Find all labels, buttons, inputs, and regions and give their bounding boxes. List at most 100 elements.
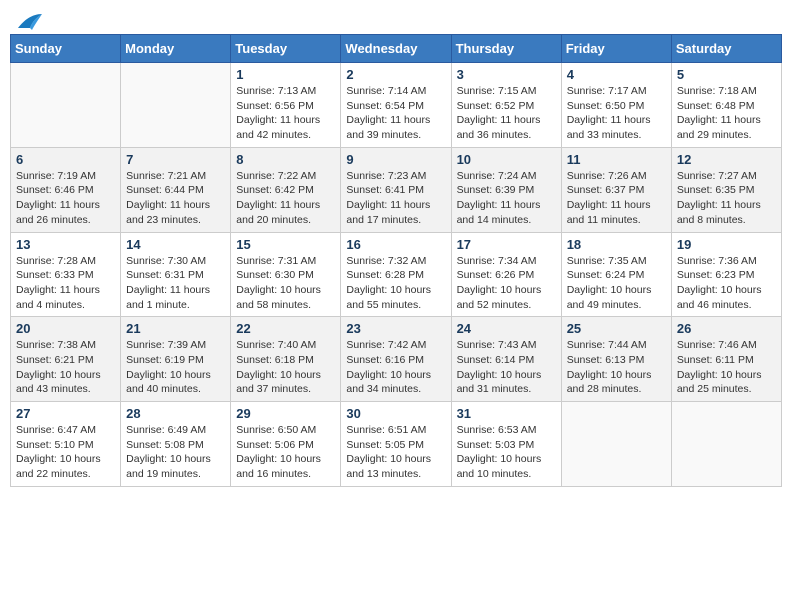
day-info: Sunrise: 7:15 AMSunset: 6:52 PMDaylight:… [457, 84, 556, 143]
calendar-cell: 23 Sunrise: 7:42 AMSunset: 6:16 PMDayligh… [341, 317, 451, 402]
page-header [10, 10, 782, 28]
calendar-cell [121, 63, 231, 148]
day-of-week-header: Thursday [451, 35, 561, 63]
day-info: Sunrise: 7:21 AMSunset: 6:44 PMDaylight:… [126, 169, 225, 228]
calendar-cell: 19Sunrise: 7:36 AMSunset: 6:23 PMDayligh… [671, 232, 781, 317]
day-info: Sunrise: 7:22 AMSunset: 6:42 PMDaylight:… [236, 169, 335, 228]
day-info: Sunrise: 7:42 AMSunset: 6:16 PMDaylight:… [346, 338, 445, 397]
day-number: 31 [457, 406, 556, 421]
day-info: Sunrise: 7:36 AMSunset: 6:23 PMDaylight:… [677, 254, 776, 313]
day-number: 26 [677, 321, 776, 336]
day-info: Sunrise: 6:53 AMSunset: 5:03 PMDaylight:… [457, 423, 556, 482]
calendar-cell: 12 Sunrise: 7:27 AMSunset: 6:35 PMDayligh… [671, 147, 781, 232]
calendar-cell: 4 Sunrise: 7:17 AMSunset: 6:50 PMDaylight… [561, 63, 671, 148]
day-number: 17 [457, 237, 556, 252]
calendar-table: SundayMondayTuesdayWednesdayThursdayFrid… [10, 34, 782, 487]
day-number: 18 [567, 237, 666, 252]
day-info: Sunrise: 7:46 AMSunset: 6:11 PMDaylight:… [677, 338, 776, 397]
day-of-week-header: Wednesday [341, 35, 451, 63]
calendar-cell: 31 Sunrise: 6:53 AMSunset: 5:03 PMDayligh… [451, 402, 561, 487]
calendar-cell: 6 Sunrise: 7:19 AMSunset: 6:46 PMDaylight… [11, 147, 121, 232]
day-number: 16 [346, 237, 445, 252]
calendar-cell: 13 Sunrise: 7:28 AMSunset: 6:33 PMDayligh… [11, 232, 121, 317]
day-info: Sunrise: 7:30 AMSunset: 6:31 PMDaylight:… [126, 254, 225, 313]
calendar-week-row: 1 Sunrise: 7:13 AMSunset: 6:56 PMDaylight… [11, 63, 782, 148]
day-info: Sunrise: 7:34 AMSunset: 6:26 PMDaylight:… [457, 254, 556, 313]
day-info: Sunrise: 7:14 AMSunset: 6:54 PMDaylight:… [346, 84, 445, 143]
calendar-cell: 21 Sunrise: 7:39 AMSunset: 6:19 PMDayligh… [121, 317, 231, 402]
calendar-cell: 1 Sunrise: 7:13 AMSunset: 6:56 PMDaylight… [231, 63, 341, 148]
logo-text [14, 10, 44, 32]
day-info: Sunrise: 7:26 AMSunset: 6:37 PMDaylight:… [567, 169, 666, 228]
day-number: 25 [567, 321, 666, 336]
day-number: 12 [677, 152, 776, 167]
calendar-cell [671, 402, 781, 487]
day-of-week-header: Friday [561, 35, 671, 63]
day-info: Sunrise: 7:43 AMSunset: 6:14 PMDaylight:… [457, 338, 556, 397]
day-info: Sunrise: 7:44 AMSunset: 6:13 PMDaylight:… [567, 338, 666, 397]
calendar-cell: 20 Sunrise: 7:38 AMSunset: 6:21 PMDayligh… [11, 317, 121, 402]
day-number: 27 [16, 406, 115, 421]
day-info: Sunrise: 7:27 AMSunset: 6:35 PMDaylight:… [677, 169, 776, 228]
day-info: Sunrise: 6:51 AMSunset: 5:05 PMDaylight:… [346, 423, 445, 482]
calendar-cell: 7 Sunrise: 7:21 AMSunset: 6:44 PMDaylight… [121, 147, 231, 232]
calendar-cell: 14Sunrise: 7:30 AMSunset: 6:31 PMDayligh… [121, 232, 231, 317]
day-info: Sunrise: 7:18 AMSunset: 6:48 PMDaylight:… [677, 84, 776, 143]
day-of-week-header: Sunday [11, 35, 121, 63]
calendar-cell: 18 Sunrise: 7:35 AMSunset: 6:24 PMDayligh… [561, 232, 671, 317]
calendar-cell: 9Sunrise: 7:23 AMSunset: 6:41 PMDaylight… [341, 147, 451, 232]
day-number: 29 [236, 406, 335, 421]
calendar-week-row: 27Sunrise: 6:47 AMSunset: 5:10 PMDayligh… [11, 402, 782, 487]
calendar-header-row: SundayMondayTuesdayWednesdayThursdayFrid… [11, 35, 782, 63]
day-number: 11 [567, 152, 666, 167]
logo [14, 10, 44, 28]
day-info: Sunrise: 7:40 AMSunset: 6:18 PMDaylight:… [236, 338, 335, 397]
day-info: Sunrise: 7:35 AMSunset: 6:24 PMDaylight:… [567, 254, 666, 313]
day-of-week-header: Saturday [671, 35, 781, 63]
day-info: Sunrise: 7:13 AMSunset: 6:56 PMDaylight:… [236, 84, 335, 143]
calendar-cell: 28Sunrise: 6:49 AMSunset: 5:08 PMDayligh… [121, 402, 231, 487]
day-of-week-header: Monday [121, 35, 231, 63]
day-number: 22 [236, 321, 335, 336]
day-number: 15 [236, 237, 335, 252]
calendar-week-row: 6 Sunrise: 7:19 AMSunset: 6:46 PMDaylight… [11, 147, 782, 232]
calendar-cell: 27Sunrise: 6:47 AMSunset: 5:10 PMDayligh… [11, 402, 121, 487]
day-number: 10 [457, 152, 556, 167]
day-of-week-header: Tuesday [231, 35, 341, 63]
day-number: 21 [126, 321, 225, 336]
day-number: 3 [457, 67, 556, 82]
calendar-cell [561, 402, 671, 487]
calendar-cell: 5Sunrise: 7:18 AMSunset: 6:48 PMDaylight… [671, 63, 781, 148]
calendar-cell: 29Sunrise: 6:50 AMSunset: 5:06 PMDayligh… [231, 402, 341, 487]
day-info: Sunrise: 7:38 AMSunset: 6:21 PMDaylight:… [16, 338, 115, 397]
day-number: 6 [16, 152, 115, 167]
day-number: 20 [16, 321, 115, 336]
calendar-week-row: 20 Sunrise: 7:38 AMSunset: 6:21 PMDayligh… [11, 317, 782, 402]
calendar-cell: 25 Sunrise: 7:44 AMSunset: 6:13 PMDayligh… [561, 317, 671, 402]
calendar-cell: 24 Sunrise: 7:43 AMSunset: 6:14 PMDayligh… [451, 317, 561, 402]
day-info: Sunrise: 7:39 AMSunset: 6:19 PMDaylight:… [126, 338, 225, 397]
calendar-cell: 26 Sunrise: 7:46 AMSunset: 6:11 PMDayligh… [671, 317, 781, 402]
day-info: Sunrise: 7:24 AMSunset: 6:39 PMDaylight:… [457, 169, 556, 228]
calendar-cell: 11 Sunrise: 7:26 AMSunset: 6:37 PMDayligh… [561, 147, 671, 232]
day-info: Sunrise: 7:28 AMSunset: 6:33 PMDaylight:… [16, 254, 115, 313]
calendar-cell: 3 Sunrise: 7:15 AMSunset: 6:52 PMDaylight… [451, 63, 561, 148]
day-number: 24 [457, 321, 556, 336]
day-number: 23 [346, 321, 445, 336]
day-number: 13 [16, 237, 115, 252]
calendar-cell: 10 Sunrise: 7:24 AMSunset: 6:39 PMDayligh… [451, 147, 561, 232]
calendar-cell: 22 Sunrise: 7:40 AMSunset: 6:18 PMDayligh… [231, 317, 341, 402]
calendar-cell: 15 Sunrise: 7:31 AMSunset: 6:30 PMDayligh… [231, 232, 341, 317]
day-number: 28 [126, 406, 225, 421]
day-number: 7 [126, 152, 225, 167]
day-number: 4 [567, 67, 666, 82]
day-info: Sunrise: 7:17 AMSunset: 6:50 PMDaylight:… [567, 84, 666, 143]
day-number: 1 [236, 67, 335, 82]
calendar-cell: 17 Sunrise: 7:34 AMSunset: 6:26 PMDayligh… [451, 232, 561, 317]
day-info: Sunrise: 7:19 AMSunset: 6:46 PMDaylight:… [16, 169, 115, 228]
calendar-cell: 16 Sunrise: 7:32 AMSunset: 6:28 PMDayligh… [341, 232, 451, 317]
day-info: Sunrise: 7:31 AMSunset: 6:30 PMDaylight:… [236, 254, 335, 313]
day-info: Sunrise: 7:32 AMSunset: 6:28 PMDaylight:… [346, 254, 445, 313]
day-number: 30 [346, 406, 445, 421]
calendar-cell [11, 63, 121, 148]
